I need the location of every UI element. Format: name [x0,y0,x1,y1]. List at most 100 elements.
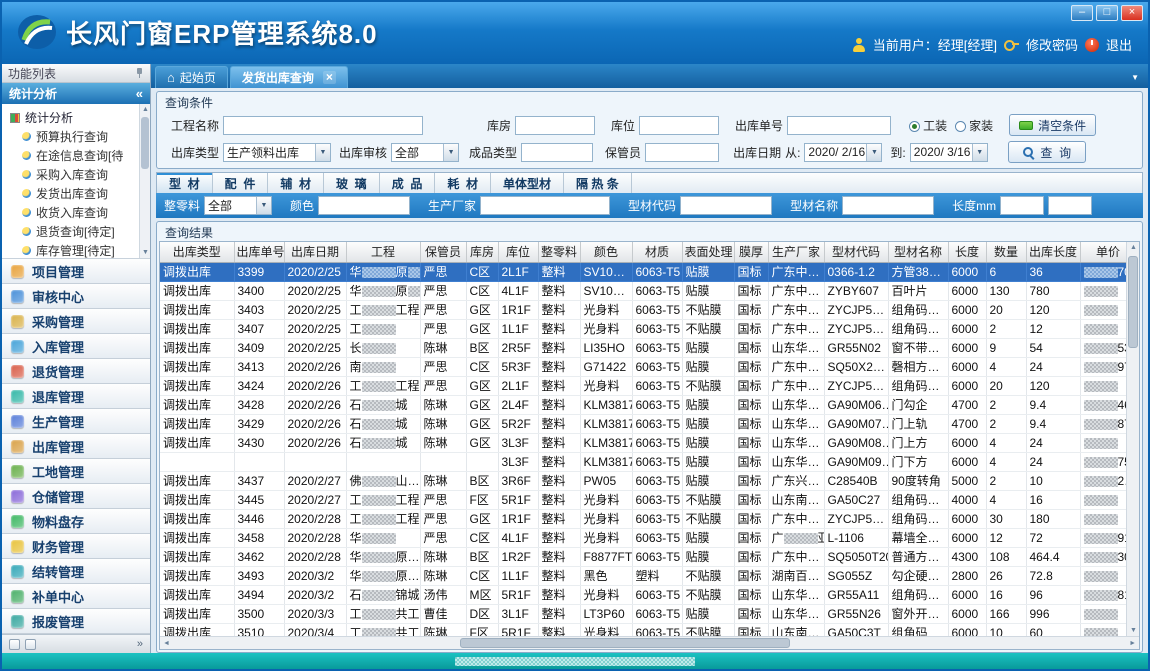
column-header[interactable]: 出库类型 [160,242,234,262]
column-header[interactable]: 数量 [986,242,1026,262]
table-row[interactable]: 调拨出库34242020/2/26工工程严思G区2L1F整料光身料6063-T5… [160,376,1126,395]
table-row[interactable]: 调拨出库34072020/2/25工严思G区1L1F整料光身料6063-T5不贴… [160,319,1126,338]
vertical-scroll-thumb[interactable] [1128,256,1138,348]
vertical-scrollbar[interactable]: ▲ ▼ [1126,242,1139,636]
material-tab[interactable]: 成 品 [380,173,436,193]
scroll-down-icon[interactable]: ▼ [1130,627,1137,634]
tree-item[interactable]: 发货出库查询 [10,184,138,203]
tree-scrollbar[interactable]: ▲ ▼ [139,104,150,258]
collapse-icon[interactable]: « [136,86,143,101]
table-row[interactable]: 调拨出库34942020/3/2石锦城汤伟M区5R1F整料光身料6063-T5不… [160,585,1126,604]
maximize-button[interactable]: □ [1096,5,1118,21]
sidebar-menu-item[interactable]: 采购管理 [2,309,150,334]
column-header[interactable]: 长度 [948,242,986,262]
scroll-right-icon[interactable]: ► [1129,640,1136,647]
table-row[interactable]: 调拨出库35002020/3/3工共工程曹佳D区3L1F整料LT3P606063… [160,604,1126,623]
radio-jiazhuang[interactable]: 家装 [955,117,993,134]
table-row[interactable]: 调拨出库34132020/2/26南严思C区5R3F整料G714226063-T… [160,357,1126,376]
scroll-up-icon[interactable]: ▲ [141,106,150,113]
table-row[interactable]: 调拨出库34032020/2/25工工程严思G区1R1F整料光身料6063-T5… [160,300,1126,319]
column-header[interactable]: 出库日期 [284,242,346,262]
tab-shipping-outbound-query[interactable]: 发货出库查询 × [230,66,348,88]
profile-code-input[interactable] [680,196,772,215]
product-type-input[interactable] [521,143,593,162]
column-header[interactable]: 单价 [1080,242,1126,262]
column-header[interactable]: 出库长度 [1026,242,1080,262]
whole-part-select[interactable]: 全部 ▼ [204,196,272,215]
column-header[interactable]: 整零料 [538,242,580,262]
minimize-button[interactable]: – [1071,5,1093,21]
column-header[interactable]: 库房 [466,242,498,262]
tree-root-statistics[interactable]: 统计分析 [10,108,138,127]
table-row[interactable]: 调拨出库34582020/2/28华严思C区4L1F整料光身料6063-T5贴膜… [160,528,1126,547]
sidebar-menu-item[interactable]: 报废管理 [2,609,150,634]
tree-item[interactable]: 预算执行查询 [10,127,138,146]
column-header[interactable]: 膜厚 [734,242,768,262]
material-tab[interactable]: 配 件 [213,173,269,193]
audit-select[interactable]: 全部 ▼ [391,143,459,162]
keeper-input[interactable] [645,143,719,162]
column-header[interactable]: 库位 [498,242,538,262]
close-button[interactable]: × [1121,5,1143,21]
scroll-down-icon[interactable]: ▼ [141,249,150,256]
tree-item[interactable]: 收货入库查询 [10,203,138,222]
table-row[interactable]: 调拨出库34292020/2/26石城陈琳G区5R2F整料KLM38176063… [160,414,1126,433]
horizontal-scrollbar[interactable]: ◄ ► [160,636,1139,649]
tree-scroll-thumb[interactable] [141,117,149,169]
column-header[interactable]: 材质 [632,242,682,262]
tab-start-page[interactable]: ⌂ 起始页 [155,66,228,88]
material-tab[interactable]: 辅 材 [268,173,324,193]
column-header[interactable]: 型材名称 [888,242,948,262]
tree-item[interactable]: 在途信息查询[待 [10,146,138,165]
pin-icon[interactable] [135,67,144,79]
save-layout-icon[interactable] [25,639,36,650]
profile-name-input[interactable] [842,196,934,215]
material-tab[interactable]: 单体型材 [491,173,564,193]
more-buttons-chevron[interactable]: » [137,638,143,650]
material-tab[interactable]: 玻 璃 [324,173,380,193]
outbound-type-select[interactable]: 生产领料出库 ▼ [223,143,331,162]
table-row[interactable]: 调拨出库34092020/2/25长陈琳B区2R5F整料LI35HO6063-T… [160,338,1126,357]
sidebar-menu-item[interactable]: 退货管理 [2,359,150,384]
radio-gongzhuang[interactable]: 工装 [909,117,947,134]
sidebar-menu-item[interactable]: 工地管理 [2,459,150,484]
material-tab[interactable]: 型 材 [157,173,213,193]
sidebar-menu-item[interactable]: 入库管理 [2,334,150,359]
length-min-input[interactable] [1000,196,1044,215]
tab-close-icon[interactable]: × [323,71,336,84]
material-tab[interactable]: 隔 热 条 [564,173,632,193]
table-row[interactable]: 调拨出库33992020/2/25华原严思C区2L1F整料SV10…6063-T… [160,262,1126,281]
sidebar-section-statistics[interactable]: 统计分析 « [2,83,150,104]
list-view-icon[interactable] [9,639,20,650]
tree-item[interactable]: 采购入库查询 [10,165,138,184]
column-header[interactable]: 表面处理 [682,242,734,262]
sidebar-menu-item[interactable]: 物料盘存 [2,509,150,534]
tree-item[interactable]: 库存管理[待定] [10,241,138,259]
table-row[interactable]: 调拨出库34302020/2/26石城陈琳G区3L3F整料KLM38176063… [160,433,1126,452]
table-row[interactable]: 调拨出库35102020/3/4工共工程陈琳F区5R1F整料光身料6063-T5… [160,623,1126,636]
tab-list-dropdown-icon[interactable]: ▼ [1131,73,1139,82]
change-password-link[interactable]: 修改密码 [1026,35,1078,54]
column-header[interactable]: 颜色 [580,242,632,262]
sidebar-menu-item[interactable]: 退库管理 [2,384,150,409]
table-row[interactable]: 调拨出库34002020/2/25华原严思C区4L1F整料SV10…6063-T… [160,281,1126,300]
length-max-input[interactable] [1048,196,1092,215]
column-header[interactable]: 生产厂家 [768,242,824,262]
clear-conditions-button[interactable]: 清空条件 [1009,114,1096,136]
material-tab[interactable]: 耗 材 [435,173,491,193]
table-row[interactable]: 3L3F整料KLM38176063-T5贴膜国标山东华…GA90M09…门下方6… [160,452,1126,471]
order-no-input[interactable] [787,116,891,135]
warehouse-input[interactable] [515,116,595,135]
sidebar-menu-item[interactable]: 项目管理 [2,259,150,284]
horizontal-scroll-thumb[interactable] [460,638,790,648]
table-row[interactable]: 调拨出库34452020/2/27工工程严思F区5R1F整料光身料6063-T5… [160,490,1126,509]
color-input[interactable] [318,196,410,215]
project-name-input[interactable] [223,116,423,135]
logout-link[interactable]: 退出 [1106,35,1132,54]
sidebar-menu-item[interactable]: 财务管理 [2,534,150,559]
date-to-picker[interactable]: 2020/ 3/16 ▼ [910,143,988,162]
sidebar-menu-item[interactable]: 结转管理 [2,559,150,584]
manufacturer-input[interactable] [480,196,610,215]
column-header[interactable]: 保管员 [420,242,466,262]
table-row[interactable]: 调拨出库34282020/2/26石城陈琳G区2L4F整料KLM38176063… [160,395,1126,414]
